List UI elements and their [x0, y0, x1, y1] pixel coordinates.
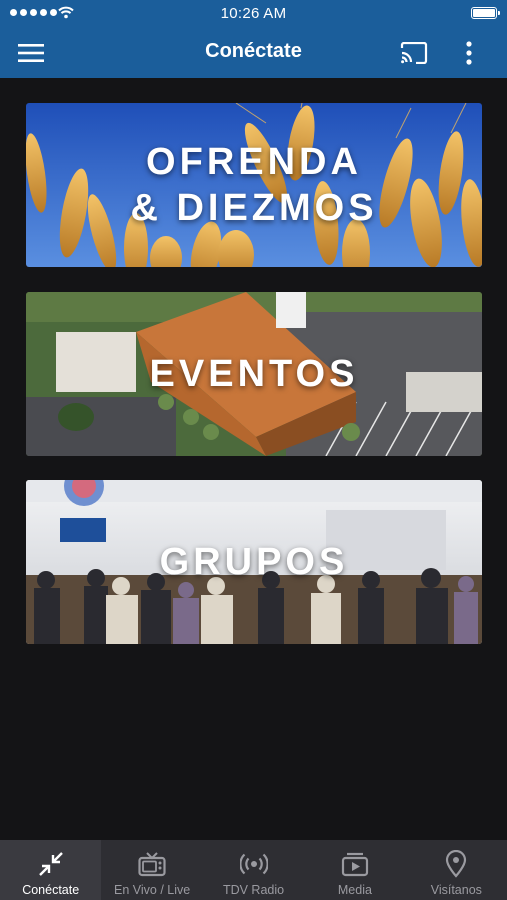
- battery-icon: [471, 7, 500, 19]
- hamburger-menu-button[interactable]: [14, 36, 48, 70]
- nav-item-visitanos[interactable]: Visítanos: [406, 840, 507, 900]
- card-ofrenda-diezmos[interactable]: OFRENDA & DIEZMOS: [26, 103, 482, 267]
- media-player-icon: [341, 850, 369, 878]
- cast-button[interactable]: [396, 36, 432, 70]
- status-bar: 10:26 AM: [0, 0, 507, 28]
- app-bar: Conéctate: [0, 28, 507, 78]
- radio-broadcast-icon: [239, 850, 268, 878]
- nav-label-en-vivo: En Vivo / Live: [114, 883, 191, 897]
- nav-item-media[interactable]: Media: [304, 840, 405, 900]
- card-title-grupos: GRUPOS: [159, 541, 349, 583]
- arrows-inward-icon: [37, 850, 65, 878]
- nav-label-tdv-radio: TDV Radio: [222, 883, 285, 897]
- card-title-eventos: EVENTOS: [149, 353, 359, 395]
- nav-label-conectate: Conéctate: [22, 883, 80, 897]
- status-time: 10:26 AM: [220, 5, 287, 22]
- card-title-ofrenda: OFRENDA & DIEZMOS: [130, 141, 378, 229]
- nav-item-tdv-radio[interactable]: TDV Radio: [203, 840, 304, 900]
- more-vertical-icon: [466, 41, 472, 65]
- nav-label-visitanos: Visítanos: [430, 883, 482, 897]
- location-pin-icon: [442, 850, 470, 878]
- nav-label-media: Media: [337, 883, 372, 897]
- tv-icon: [138, 850, 166, 878]
- more-options-button[interactable]: [452, 36, 486, 70]
- cast-icon: [400, 42, 428, 64]
- card-grupos[interactable]: GRUPOS: [26, 480, 482, 644]
- bottom-navigation: Conéctate En Vivo / Live TDV Radio Media…: [0, 840, 507, 900]
- card-eventos[interactable]: EVENTOS: [26, 292, 482, 456]
- hamburger-icon: [18, 44, 44, 62]
- nav-item-en-vivo[interactable]: En Vivo / Live: [101, 840, 202, 900]
- nav-item-conectate[interactable]: Conéctate: [0, 840, 102, 900]
